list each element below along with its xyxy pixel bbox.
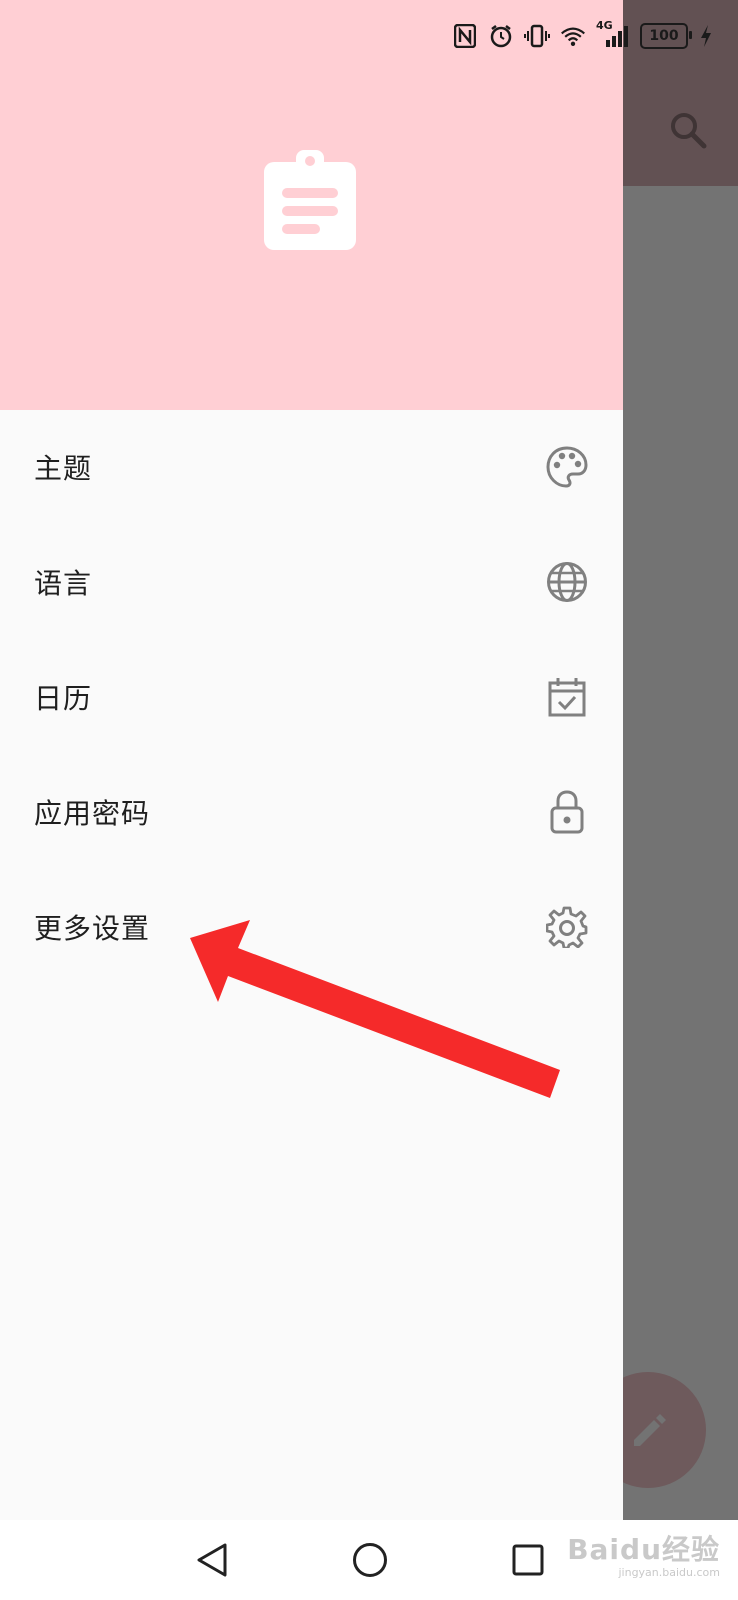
lock-icon	[545, 790, 589, 834]
back-triangle-icon[interactable]	[192, 1540, 232, 1580]
menu-item-label: 主题	[34, 452, 93, 485]
vibrate-icon	[524, 23, 550, 49]
network-type-label: 4G	[596, 19, 613, 32]
baidu-watermark: Baidu经验 jingyan.baidu.com	[567, 1528, 720, 1579]
menu-item-label: 日历	[34, 682, 93, 715]
status-bar: 4G 100	[452, 18, 714, 54]
signal-icon: 4G	[596, 19, 630, 49]
drawer-header	[0, 0, 623, 410]
charging-icon	[698, 23, 714, 49]
menu-item-app-password[interactable]: 应用密码	[0, 756, 623, 868]
wifi-icon	[560, 23, 586, 49]
clipboard-note-icon	[262, 148, 358, 252]
menu-item-label: 语言	[34, 567, 93, 600]
alarm-icon	[488, 23, 514, 49]
menu-item-label: 更多设置	[34, 912, 151, 945]
menu-item-language[interactable]: 语言	[0, 526, 623, 638]
nfc-icon	[452, 23, 478, 49]
recents-square-icon[interactable]	[508, 1540, 548, 1580]
annotation-arrow	[190, 920, 560, 1098]
home-circle-icon[interactable]	[350, 1540, 390, 1580]
palette-icon	[545, 445, 589, 489]
menu-item-label: 应用密码	[34, 797, 151, 830]
battery-indicator: 100	[640, 23, 692, 49]
menu-item-theme[interactable]: 主题	[0, 411, 623, 523]
navigation-drawer: 主题 语言 日历 应用密码 更多设置	[0, 0, 623, 1520]
menu-item-calendar[interactable]: 日历	[0, 641, 623, 753]
calendar-check-icon	[545, 675, 589, 719]
battery-level: 100	[649, 28, 679, 44]
watermark-brand: Baidu经验	[567, 1533, 720, 1566]
globe-icon	[545, 560, 589, 604]
